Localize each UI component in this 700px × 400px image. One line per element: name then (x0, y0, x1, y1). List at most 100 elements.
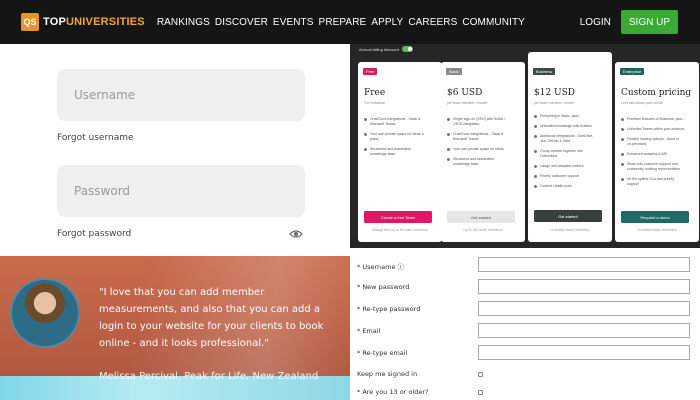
plan-feature: Priority customer support (534, 174, 598, 179)
plan-features: Premium features of Business, plus... Un… (621, 117, 685, 192)
plan-feature-text: Single sign-on (SSO) with SAML / OKTA in… (453, 117, 506, 126)
feature-bullet-icon (534, 185, 537, 188)
reg-row-username: * Username ⓘ (350, 257, 700, 279)
nav-link-discover[interactable]: DISCOVER (215, 17, 268, 28)
reg-row-retype-password: * Re-type password (350, 301, 700, 323)
forgot-password-link[interactable]: Forgot password (57, 229, 131, 239)
logo-text-top: TOP (43, 16, 67, 28)
nav-right: LOGIN SIGN UP (580, 10, 678, 34)
plan-feature-text: Content Health tools (540, 184, 572, 188)
plan-feature: Content Health tools (534, 184, 598, 189)
reg-retype-password-input[interactable] (478, 301, 690, 316)
nav-link-prepare[interactable]: PREPARE (319, 17, 367, 28)
retype-email-label: * Re-type email (357, 349, 408, 357)
billing-toggle-row: Annual billing discount (359, 46, 413, 52)
testimonial-quote: "I love that you can add member measurem… (99, 287, 324, 349)
feature-bullet-icon (534, 125, 537, 128)
logo-badge: QS (21, 13, 39, 31)
username-input[interactable] (57, 69, 305, 121)
feature-bullet-icon (447, 133, 450, 136)
plan-name: $6 USD (447, 88, 483, 98)
reg-email-input[interactable] (478, 323, 690, 338)
nav-link-community[interactable]: COMMUNITY (462, 17, 525, 28)
feature-bullet-icon (534, 115, 537, 118)
plan-cta-button[interactable]: Request a demo (621, 211, 689, 223)
plan-feature-text: Chat/Docs integrations - Slack & Microso… (453, 132, 504, 141)
reg-username-input[interactable] (478, 257, 690, 272)
site-logo[interactable]: QS TOPUNIVERSITIES (21, 13, 145, 31)
signup-button[interactable]: SIGN UP (620, 10, 678, 34)
plan-features: Everything in Basic, plus... Unlimited k… (534, 114, 598, 194)
plan-card-enterprise: Enterprise Custom pricing Let's talk abo… (615, 62, 699, 242)
eye-icon[interactable] (289, 229, 303, 239)
forgot-username-link[interactable]: Forgot username (57, 133, 134, 143)
plan-feature-text: Enhanced analytics & API (627, 152, 668, 156)
plan-feature-text: Additional integrations - OneDrive, Jira… (540, 134, 594, 143)
nav-link-apply[interactable]: APPLY (371, 17, 403, 28)
plan-feature-text: Chat/Docs integrations - Slack & Microso… (370, 117, 421, 126)
billing-label: Annual billing discount (359, 46, 399, 52)
feature-bullet-icon (621, 118, 624, 121)
nav-link-events[interactable]: EVENTS (273, 17, 314, 28)
billing-toggle[interactable] (401, 46, 413, 52)
plan-feature: Single sign-on (SSO) with SAML / OKTA in… (447, 117, 511, 127)
plan-feature: Usage and adoption metrics (534, 164, 598, 169)
plan-name: Free (364, 88, 386, 98)
plan-feature-text: Structured and searchable knowledge base (370, 147, 412, 156)
plan-feature: Additional integrations - OneDrive, Jira… (534, 134, 598, 144)
plan-feature: Your own private space for ideas (447, 147, 511, 152)
reg-new-password-input[interactable] (478, 279, 690, 294)
plan-cta-button[interactable]: Create a free Team (364, 211, 432, 223)
plan-feature-text: Group content together into Collections (540, 149, 583, 158)
plan-feature-text: Your own private space for ideas (453, 147, 504, 151)
plan-name: $12 USD (534, 88, 576, 98)
password-field-box (57, 165, 305, 217)
feature-bullet-icon (534, 150, 537, 153)
username-label: * Username ⓘ (357, 261, 404, 271)
feature-bullet-icon (364, 133, 367, 136)
registration-form: * Username ⓘ * New password * Re-type pa… (350, 248, 700, 400)
nav-link-careers[interactable]: CAREERS (408, 17, 457, 28)
username-label-text: * Username (357, 263, 396, 271)
feature-bullet-icon (621, 163, 624, 166)
feature-bullet-icon (534, 175, 537, 178)
password-input[interactable] (57, 165, 305, 217)
plan-footer: Unlimited team members (637, 228, 677, 232)
plan-subtitle: per team member / month (447, 101, 488, 105)
keep-signed-in-checkbox[interactable] (478, 372, 483, 377)
feature-bullet-icon (447, 158, 450, 161)
nav-link-rankings[interactable]: RANKINGS (157, 17, 210, 28)
login-panel: Forgot username Forgot password (0, 44, 350, 256)
login-link[interactable]: LOGIN (580, 17, 611, 28)
feature-bullet-icon (621, 178, 624, 181)
feature-bullet-icon (621, 153, 624, 156)
plan-badge: Basic (446, 68, 462, 75)
plan-feature-text: Read-only customer support and community… (627, 162, 681, 171)
plan-feature-text: Priority customer support (540, 174, 579, 178)
plan-subtitle: Let's talk about your needs (621, 101, 663, 105)
plan-feature-text: Flexible hosting options - cloud or on-p… (627, 137, 680, 146)
reg-retype-email-input[interactable] (478, 345, 690, 360)
plan-feature-text: Usage and adoption metrics (540, 164, 584, 168)
plan-badge: Enterprise (620, 68, 645, 75)
plan-footer: Up to 250 team members (463, 228, 503, 232)
feature-bullet-icon (447, 148, 450, 151)
help-icon[interactable]: ⓘ (398, 263, 405, 271)
logo-text: TOPUNIVERSITIES (43, 16, 145, 28)
plan-feature: Everything in Basic, plus... (534, 114, 598, 119)
testimonial-author: Melissa Percival, Peak for Life, New Zea… (99, 371, 319, 382)
new-password-label: * New password (357, 283, 410, 291)
plan-name: Custom pricing (621, 88, 692, 98)
plan-feature: 99.5% uptime SLA and priority support (621, 177, 685, 187)
plan-cta-button[interactable]: Get started (447, 211, 515, 223)
reg-row-new-password: * New password (350, 279, 700, 301)
plan-feature: Structured and searchable knowledge base (447, 157, 511, 167)
reg-row-age-check: * Are you 13 or older? (350, 384, 700, 400)
plan-cta-button[interactable]: Get started (534, 210, 602, 222)
plan-feature: Unlimited Teams within your instance (621, 127, 685, 132)
feature-bullet-icon (447, 118, 450, 121)
age-check-checkbox[interactable] (478, 390, 483, 395)
plan-card-basic: Basic $6 USD per team member / month Sin… (441, 62, 525, 242)
plan-feature: Structured and searchable knowledge base (364, 147, 428, 157)
testimonial-banner: "I love that you can add member measurem… (0, 256, 350, 400)
